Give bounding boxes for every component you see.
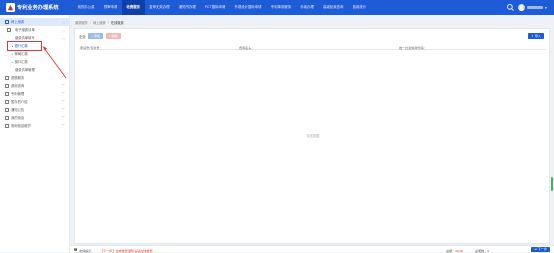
- column-header: 统一社会信用代码：: [399, 45, 427, 50]
- delete-button[interactable]: × 删除: [105, 33, 121, 39]
- column-header: 费用名头：: [239, 45, 255, 50]
- sidebar-item-counter-transfer[interactable]: 窗口汇款: [0, 58, 70, 66]
- nav-item-reexam[interactable]: 复审无效办理: [145, 0, 175, 15]
- info-icon: !: [74, 247, 78, 252]
- nav-item-notice[interactable]: 通知书办理: [174, 0, 200, 15]
- breadcrumb-separator: |: [107, 20, 109, 24]
- app-brand: 专利业务办理系统: [17, 5, 59, 11]
- sidebar-item-post-transfer[interactable]: 邮局汇款: [0, 50, 70, 58]
- chevron-up-icon: ︿: [61, 28, 65, 32]
- chevron-down-icon: ﹀: [61, 124, 65, 128]
- nav-item-procedures[interactable]: 手续办理: [296, 0, 319, 15]
- app-logo-icon: [6, 3, 15, 12]
- bullet-dot: [12, 53, 14, 55]
- chevron-down-icon: ﹀: [61, 92, 65, 96]
- chevron-up-icon: ︿: [61, 20, 65, 24]
- bullet-dot: [12, 61, 14, 63]
- nav-item-search[interactable]: 高级检索查询: [318, 0, 348, 15]
- nav-item-stats[interactable]: 费用统计: [348, 0, 371, 15]
- bullet-dot: [12, 45, 14, 47]
- arrow-right-icon: ➔: [534, 246, 537, 251]
- empty-state-text: 暂无数据: [306, 134, 320, 138]
- table-header: 申请号/专利号： 费用名头： 统一社会信用代码：: [79, 43, 546, 50]
- sidebar-item-fee-service[interactable]: 费额服务 ﹀: [0, 74, 70, 82]
- nav-item-fee-service[interactable]: 收费服务: [121, 0, 145, 15]
- sidebar-item-bank-transfer[interactable]: 银行汇款: [7, 41, 42, 51]
- list-icon: [7, 28, 11, 32]
- sidebar-item-common-info[interactable]: 常用信息维护 ﹀: [0, 122, 70, 130]
- avatar: [518, 4, 525, 11]
- breadcrumb-item[interactable]: 缴费服务: [75, 20, 88, 25]
- settings-icon: [5, 124, 9, 128]
- chevron-down-icon: ﹀: [61, 84, 65, 88]
- trash-icon: ×: [108, 34, 111, 38]
- bell-icon: [5, 108, 9, 112]
- sidebar-item-online-payment[interactable]: 网上缴费 ︿: [0, 18, 70, 26]
- column-header: 申请号/专利号：: [80, 45, 103, 50]
- sidebar: 网上缴费 ︿ 电子缴费清单 ︿ 缴费清单填写 ︿ 银行汇款 邮局汇款 窗口汇款 …: [0, 15, 70, 252]
- chevron-down-icon: ▾: [545, 5, 547, 10]
- payment-icon: [5, 20, 9, 24]
- sidebar-item-fill-list[interactable]: 缴费清单填写 ︿: [0, 34, 70, 42]
- toolbar: 全选 + 添加 × 删除: [79, 33, 121, 39]
- sidebar-item-fee-query[interactable]: 费用查询 ﹀: [0, 82, 70, 90]
- chevron-down-icon: ﹀: [61, 76, 65, 80]
- user-name-blurred: [527, 6, 543, 9]
- top-nav: 我的办公桌 预审申请 收费服务 复审无效办理 通知书办理 PCT国际申请 外观设…: [73, 0, 371, 15]
- breadcrumb-item[interactable]: 网上缴费: [93, 20, 106, 25]
- breadcrumb: 缴费服务 | 网上缴费 | 在线缴费: [75, 19, 124, 25]
- sidebar-item-list-manage[interactable]: 缴费清单管理: [0, 66, 70, 74]
- chevron-down-icon: ﹀: [61, 100, 65, 104]
- sidebar-item-draft[interactable]: 暂存的介绍 ﹀: [0, 98, 70, 106]
- user-menu[interactable]: ▾: [518, 3, 552, 12]
- chevron-down-icon: ﹀: [61, 116, 65, 120]
- top-header: 专利业务办理系统 我的办公桌 预审申请 收费服务 复审无效办理 通知书办理 PC…: [0, 0, 554, 15]
- nav-item-pct[interactable]: PCT国际申请: [200, 0, 230, 15]
- import-button[interactable]: ⇪ 导入: [528, 33, 544, 39]
- patent-icon: [5, 92, 9, 96]
- sidebar-item-my-info[interactable]: 我的信息 ﹀: [0, 114, 70, 122]
- sidebar-item-notice[interactable]: 通知公告 ﹀: [0, 106, 70, 114]
- fee-icon: [5, 76, 9, 80]
- nav-item-pre-review[interactable]: 预审申请: [99, 0, 122, 15]
- nav-item-affairs[interactable]: 专利事务服务: [266, 0, 296, 15]
- breadcrumb-current: 在线缴费: [110, 20, 124, 25]
- search-icon[interactable]: [506, 3, 515, 12]
- main-card: 全选 + 添加 × 删除 ⇪ 导入 申请号/专利号： 费用名头： 统一社会信用代…: [74, 28, 550, 244]
- nav-item-desk[interactable]: 我的办公桌: [73, 0, 99, 15]
- add-button[interactable]: + 添加: [88, 33, 104, 39]
- import-icon: ⇪: [531, 34, 534, 38]
- nav-item-design-intl[interactable]: 外观设计国际申请: [230, 0, 266, 15]
- sidebar-item-e-list[interactable]: 电子缴费清单 ︿: [0, 26, 70, 34]
- next-step-button[interactable]: ➔ 下一步: [531, 246, 550, 253]
- user-icon: [5, 116, 9, 120]
- query-icon: [5, 84, 9, 88]
- plus-icon: +: [91, 34, 93, 38]
- bottom-action-bar: ! 友情提示： 【下一步】生成缴费通知书请在线缴费 总额：¥0.00 总笔数：0…: [70, 245, 554, 253]
- breadcrumb-separator: |: [89, 20, 91, 24]
- scroll-handle[interactable]: [551, 177, 553, 191]
- select-all-label[interactable]: 全选: [79, 34, 86, 39]
- sidebar-item-patent-manage[interactable]: 专利管理 ﹀: [0, 90, 70, 98]
- chevron-up-icon: ︿: [61, 36, 65, 40]
- chevron-down-icon: ﹀: [61, 108, 65, 112]
- draft-icon: [5, 100, 9, 104]
